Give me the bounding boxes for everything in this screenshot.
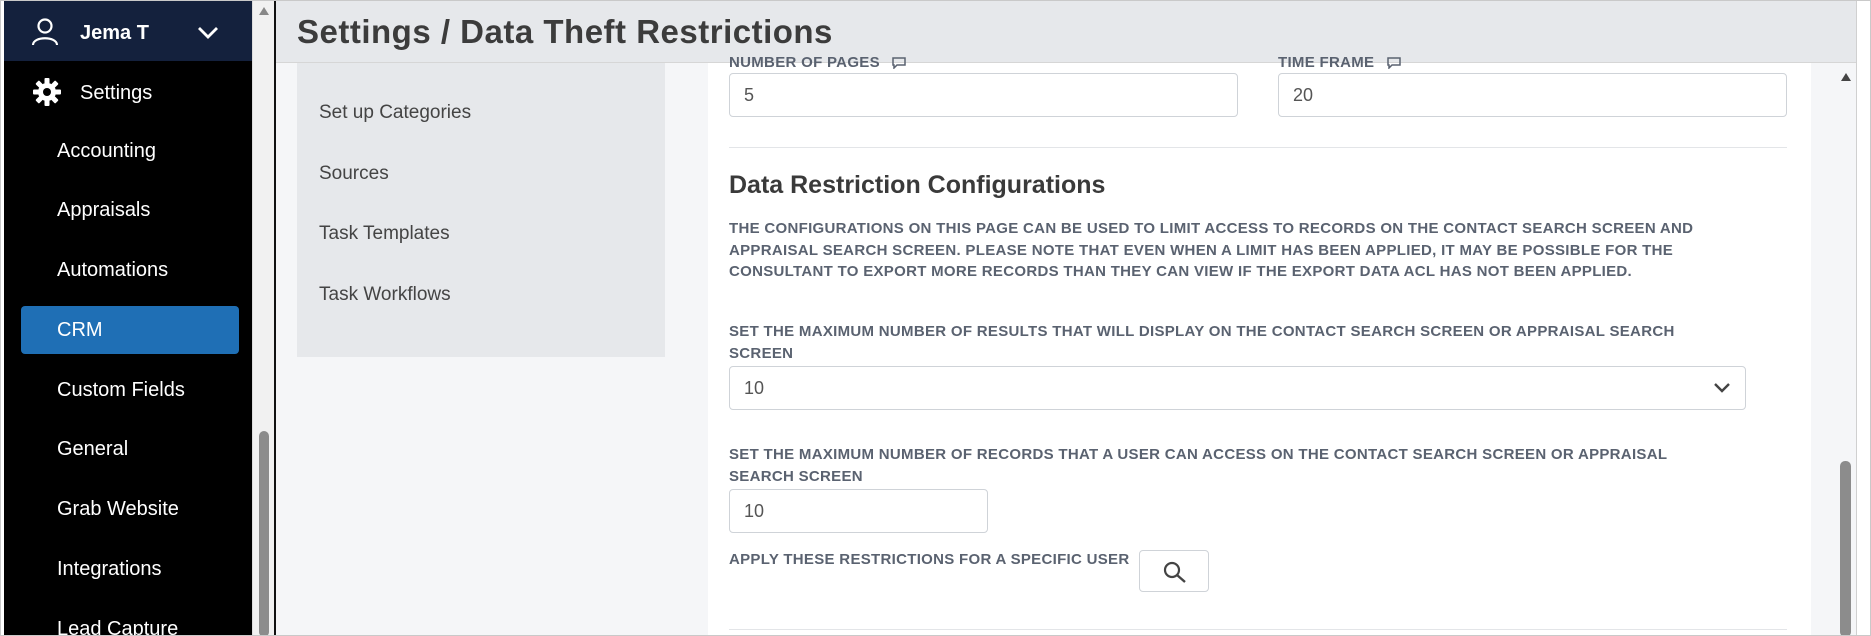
sidebar-item-label: Lead Capture xyxy=(57,618,179,636)
sidebar-item-automations[interactable]: Automations xyxy=(21,246,239,294)
content-scroll-thumb[interactable] xyxy=(1840,461,1851,635)
section-title: Data Restriction Configurations xyxy=(729,171,1106,199)
sidebar-item-grab-website[interactable]: Grab Website xyxy=(21,485,239,533)
section-divider xyxy=(729,629,1787,630)
sidebar-item-custom-fields[interactable]: Custom Fields xyxy=(21,366,239,414)
number-of-pages-input[interactable]: 5 xyxy=(729,73,1238,117)
subnav-item-sources[interactable]: Sources xyxy=(319,163,389,185)
sidebar-item-settings[interactable]: Settings xyxy=(4,69,252,115)
max-results-selected-value: 10 xyxy=(744,378,765,398)
page-title: Settings / Data Theft Restrictions xyxy=(297,13,833,50)
sidebar-scroll-thumb[interactable] xyxy=(259,431,269,635)
sidebar-scrollbar[interactable] xyxy=(252,1,274,635)
app-window: Jema T Settings Accounting Appraisals Au… xyxy=(0,0,1871,636)
max-results-select[interactable]: 10 xyxy=(729,366,1746,410)
user-icon xyxy=(31,18,59,46)
subnav-item-set-up-categories[interactable]: Set up Categories xyxy=(319,102,471,124)
section-description: THE CONFIGURATIONS ON THIS PAGE CAN BE U… xyxy=(729,220,1694,280)
time-frame-label-text: TIME FRAME xyxy=(1278,54,1375,71)
sidebar-item-label: Custom Fields xyxy=(57,379,185,401)
sidebar-item-label: Accounting xyxy=(57,140,156,162)
section-divider xyxy=(729,147,1787,148)
main-content: Set up Categories Sources Task Templates… xyxy=(276,54,1846,635)
content-scrollbar[interactable] xyxy=(1836,63,1856,635)
scroll-up-arrow-icon[interactable] xyxy=(1841,73,1851,81)
sidebar: Jema T Settings Accounting Appraisals Au… xyxy=(4,1,252,636)
user-name: Jema T xyxy=(80,22,149,44)
sidebar-item-label: Automations xyxy=(57,259,169,281)
sidebar-item-label: CRM xyxy=(57,319,103,341)
specific-user-label: APPLY THESE RESTRICTIONS FOR A SPECIFIC … xyxy=(729,551,1130,568)
subnav-item-task-templates[interactable]: Task Templates xyxy=(319,223,450,245)
time-frame-input[interactable]: 20 xyxy=(1278,73,1787,117)
page-header: Settings / Data Theft Restrictions xyxy=(276,1,1870,63)
sidebar-item-appraisals[interactable]: Appraisals xyxy=(21,186,239,234)
chevron-down-icon[interactable] xyxy=(197,25,219,41)
sidebar-item-accounting[interactable]: Accounting xyxy=(21,127,239,175)
sidebar-item-label: Integrations xyxy=(57,558,162,580)
max-records-label: SET THE MAXIMUM NUMBER OF RECORDS THAT A… xyxy=(729,446,1668,485)
comment-icon[interactable] xyxy=(1387,57,1401,70)
sidebar-item-label: Appraisals xyxy=(57,199,151,221)
sidebar-item-general[interactable]: General xyxy=(21,425,239,473)
sidebar-item-label: Grab Website xyxy=(57,498,179,520)
scroll-up-arrow-icon[interactable] xyxy=(259,7,269,15)
sidebar-item-lead-capture[interactable]: Lead Capture xyxy=(21,605,239,636)
restrictions-card: NUMBER OF PAGES TIME FRAME 5 20 Data Res… xyxy=(708,54,1811,635)
max-records-input[interactable]: 10 xyxy=(729,489,988,533)
gear-icon xyxy=(33,78,61,106)
sidebar-item-integrations[interactable]: Integrations xyxy=(21,545,239,593)
window-edge xyxy=(1856,1,1870,635)
comment-icon[interactable] xyxy=(892,57,907,70)
time-frame-label: TIME FRAME xyxy=(1278,54,1401,71)
search-icon xyxy=(1163,561,1186,583)
user-menu[interactable]: Jema T xyxy=(4,1,252,61)
max-results-label: SET THE MAXIMUM NUMBER OF RESULTS THAT W… xyxy=(729,323,1675,362)
subnav-item-task-workflows[interactable]: Task Workflows xyxy=(319,284,451,306)
settings-subnav: Set up Categories Sources Task Templates… xyxy=(297,63,665,357)
number-of-pages-label-text: NUMBER OF PAGES xyxy=(729,54,880,71)
sidebar-item-label: General xyxy=(57,438,129,460)
sidebar-item-crm[interactable]: CRM xyxy=(21,306,239,354)
chevron-down-icon xyxy=(1714,383,1730,393)
user-search-button[interactable] xyxy=(1139,550,1209,592)
number-of-pages-label: NUMBER OF PAGES xyxy=(729,54,907,71)
sidebar-item-label: Settings xyxy=(80,82,153,104)
